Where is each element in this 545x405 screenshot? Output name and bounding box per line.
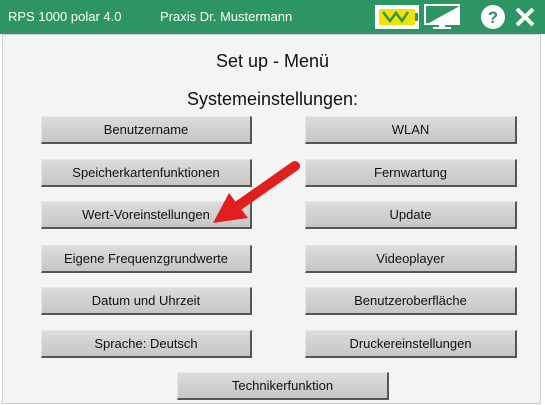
technikerfunktion-button[interactable]: Technikerfunktion: [177, 372, 389, 400]
close-icon[interactable]: [512, 4, 538, 30]
videoplayer-button[interactable]: Videoplayer: [305, 245, 517, 273]
app-name: RPS 1000 polar 4.0: [8, 9, 122, 24]
pointer-arrow-icon: [213, 161, 300, 223]
sprache-button[interactable]: Sprache: Deutsch: [41, 330, 252, 358]
title-bar: RPS 1000 polar 4.0 Praxis Dr. Mustermann…: [0, 0, 545, 34]
datum-uhrzeit-button[interactable]: Datum und Uhrzeit: [41, 287, 252, 315]
benutzername-button[interactable]: Benutzername: [41, 116, 252, 144]
fernwartung-button[interactable]: Fernwartung: [305, 159, 517, 187]
update-button[interactable]: Update: [305, 201, 517, 229]
wlan-button[interactable]: WLAN: [305, 116, 517, 144]
section-heading: Systemeinstellungen:: [186, 89, 359, 109]
page-title: Set up - Menü: [215, 51, 330, 71]
monitor-icon[interactable]: [423, 4, 463, 30]
help-glyph: ?: [488, 8, 498, 27]
druckereinstellungen-button[interactable]: Druckereinstellungen: [305, 330, 517, 358]
help-icon[interactable]: ?: [480, 4, 506, 30]
practice-name: Praxis Dr. Mustermann: [160, 9, 293, 24]
benutzeroberflaeche-button[interactable]: Benutzeroberfläche: [305, 287, 517, 315]
frequenzgrundwerte-button[interactable]: Eigene Frequenzgrundwerte: [41, 245, 252, 273]
battery-icon[interactable]: [374, 4, 420, 30]
